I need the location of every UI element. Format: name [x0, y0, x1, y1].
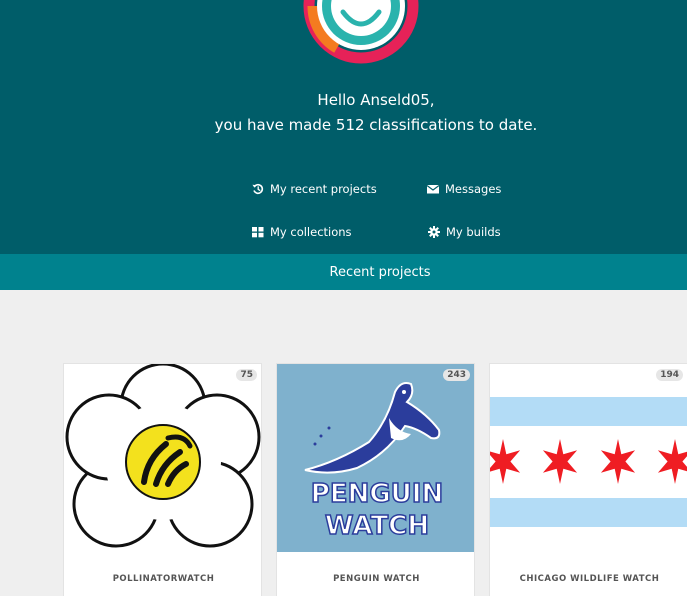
greeting-line-1: Hello Anseld05,	[317, 91, 435, 109]
project-thumbnail	[64, 364, 261, 552]
project-thumbnail	[490, 364, 687, 552]
project-card-pollinatorwatch[interactable]: 75 POLLINATORWATCH	[63, 363, 262, 596]
greeting: Hello Anseld05, you have made 512 classi…	[0, 88, 687, 138]
project-card-penguin-watch[interactable]: PENGUIN WATCH 243 PENGUIN WATCH	[276, 363, 475, 596]
project-count: 243	[443, 369, 470, 381]
project-card-chicago-wildlife-watch[interactable]: 194 CHICAGO WILDLIFE WATCH	[489, 363, 687, 596]
flower-bee-logo	[64, 364, 261, 552]
user-avatar[interactable]	[303, 0, 419, 64]
nav-label-collections: My collections	[270, 225, 352, 239]
recent-projects-bar[interactable]: Recent projects	[0, 254, 687, 290]
logo-text-penguin: PENGUIN	[311, 479, 443, 509]
nav-label-recent-projects: My recent projects	[270, 182, 377, 196]
nav-my-builds[interactable]: My builds	[428, 225, 501, 239]
gear-icon	[428, 226, 440, 238]
hero-header: Hello Anseld05, you have made 512 classi…	[0, 0, 687, 254]
project-count: 75	[236, 369, 257, 381]
nav-messages[interactable]: Messages	[427, 182, 501, 196]
greeting-line-2: you have made 512 classifications to dat…	[214, 116, 538, 134]
history-icon	[252, 183, 264, 195]
logo-text-watch: WATCH	[325, 511, 429, 541]
penguin-logo: PENGUIN WATCH	[277, 364, 474, 552]
project-title: PENGUIN WATCH	[333, 574, 420, 584]
nav-my-recent-projects[interactable]: My recent projects	[252, 182, 377, 196]
project-count: 194	[656, 369, 683, 381]
recent-projects-label: Recent projects	[329, 264, 431, 280]
project-title: POLLINATORWATCH	[112, 574, 215, 584]
nav-label-builds: My builds	[446, 225, 501, 239]
chicago-flag	[490, 364, 687, 552]
grid-icon	[252, 226, 264, 238]
project-title: CHICAGO WILDLIFE WATCH	[519, 574, 660, 584]
nav-label-messages: Messages	[445, 182, 502, 196]
envelope-icon	[427, 183, 439, 195]
nav-my-collections[interactable]: My collections	[252, 225, 352, 239]
project-thumbnail: PENGUIN WATCH	[277, 364, 474, 552]
